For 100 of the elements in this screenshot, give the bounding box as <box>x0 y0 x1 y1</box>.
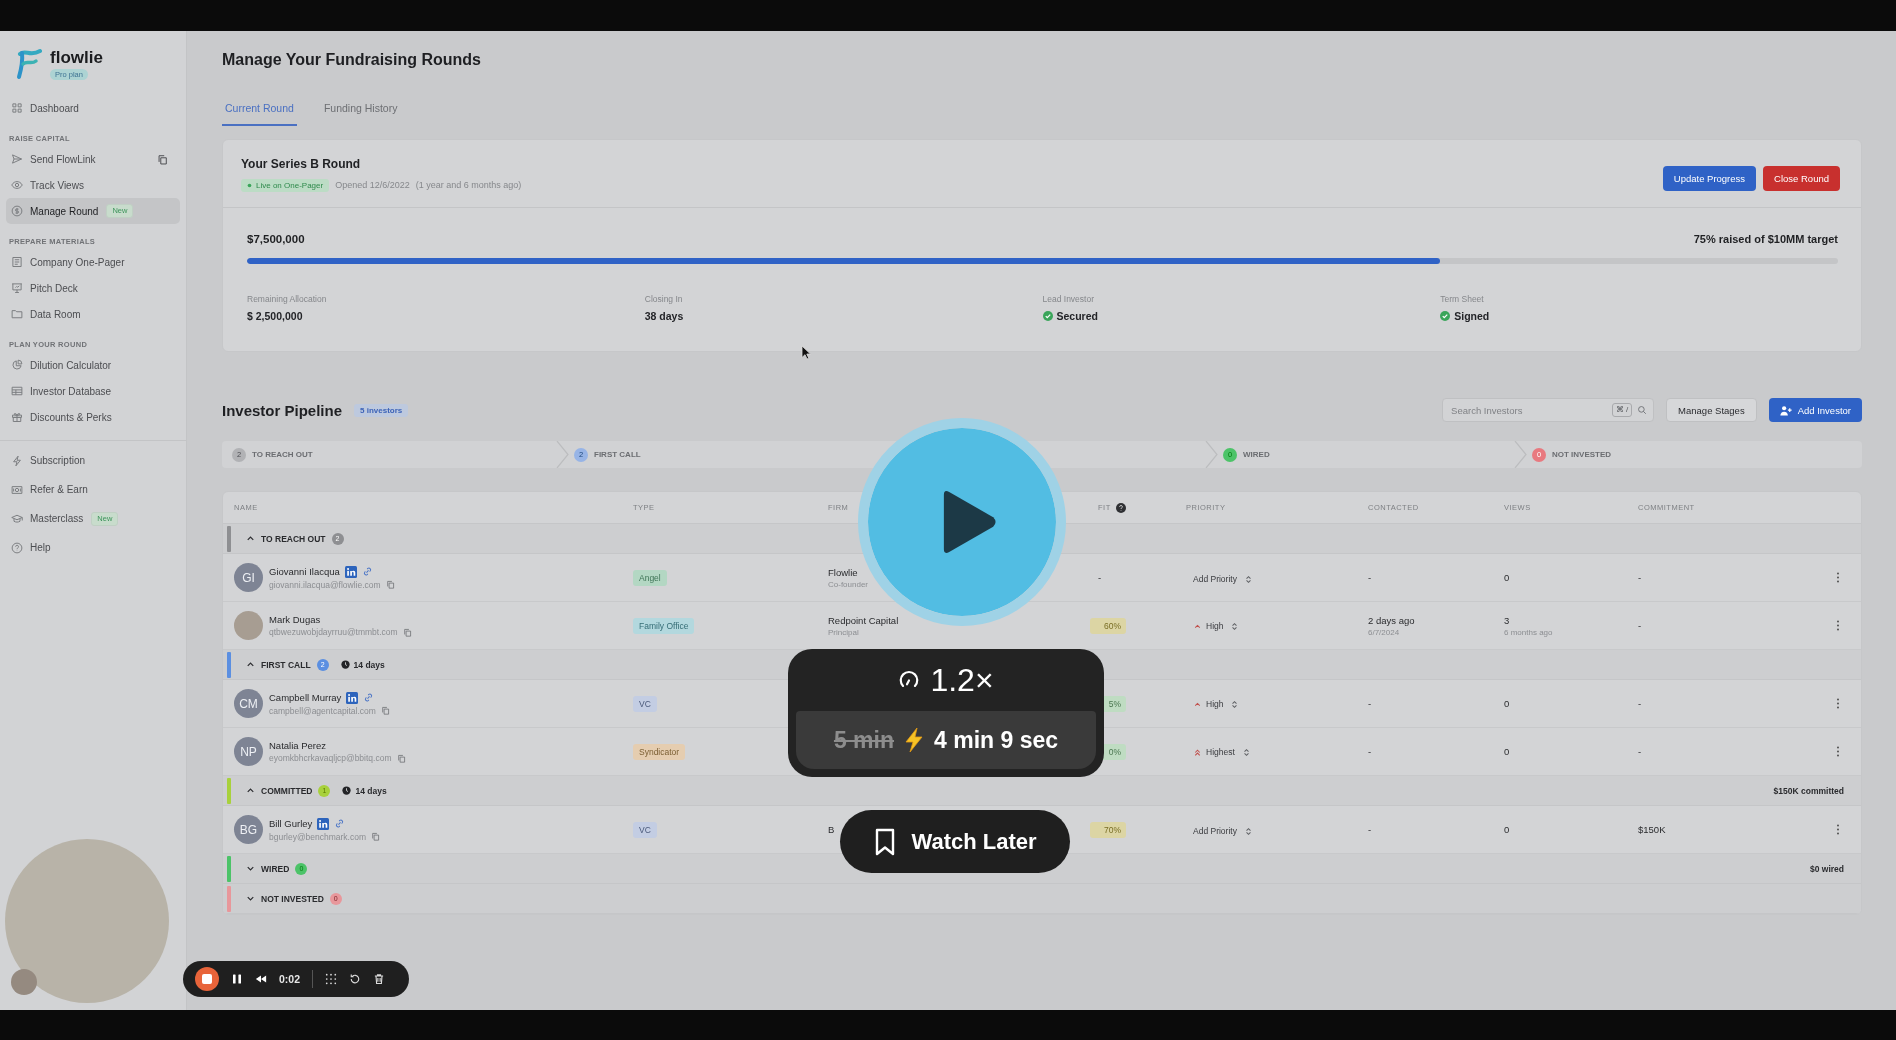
linkedin-icon[interactable] <box>317 817 330 830</box>
link-icon[interactable] <box>361 566 373 577</box>
manage-stages-button[interactable]: Manage Stages <box>1666 398 1757 422</box>
kebab-menu-icon[interactable] <box>1836 824 1840 835</box>
priority-select[interactable]: Add Priority <box>1186 571 1260 587</box>
fit-score-tag: 70% <box>1090 821 1126 838</box>
clock-icon <box>340 660 350 669</box>
priority-select[interactable]: High <box>1186 618 1247 634</box>
investor-type-tag: VC <box>633 695 657 712</box>
watch-later-button[interactable]: Watch Later <box>840 810 1070 873</box>
avatar-initials: NP <box>234 737 263 766</box>
fit-score: - <box>1098 572 1102 583</box>
priority-select[interactable]: High <box>1186 696 1247 712</box>
update-progress-button[interactable]: Update Progress <box>1662 166 1757 191</box>
double-chevron-up-icon <box>1193 747 1202 757</box>
stat-label: Closing In <box>644 293 684 306</box>
link-icon[interactable] <box>334 818 346 829</box>
rewind-icon[interactable] <box>255 973 267 985</box>
stat-label: Term Sheet <box>1440 293 1485 306</box>
gift-icon <box>11 411 23 423</box>
investor-email: eyomkbhcrkavaqljcp@bbitq.com <box>269 753 392 763</box>
document-icon <box>11 256 23 268</box>
commitment-amount: - <box>1638 572 1642 583</box>
fast-duration: 4 min 9 sec <box>934 726 1059 754</box>
sidebar-item[interactable]: Dilution Calculator <box>6 352 180 378</box>
linkedin-icon[interactable] <box>346 691 359 704</box>
view-count: 0 <box>1504 572 1510 583</box>
firm-name: B <box>828 824 836 835</box>
sidebar-item[interactable]: Company One-Pager <box>6 249 180 275</box>
commitment-amount: $150K <box>1638 824 1666 835</box>
investor-type-tag: Syndicator <box>633 743 686 760</box>
pause-icon[interactable] <box>231 973 243 985</box>
sidebar-item[interactable]: Subscription <box>6 446 180 475</box>
table-icon <box>11 385 23 397</box>
kebab-menu-icon[interactable] <box>1836 572 1840 583</box>
avatar-initials: GI <box>234 563 263 592</box>
group-total: $150K committed <box>1773 785 1844 796</box>
group-total: $0 wired <box>1809 863 1844 874</box>
kebab-menu-icon[interactable] <box>1836 698 1840 709</box>
kebab-menu-icon[interactable] <box>1836 746 1840 757</box>
sort-icon <box>1243 826 1253 836</box>
shortcut-hint: ⌘ / <box>1611 403 1633 417</box>
fit-score-tag: 60% <box>1090 617 1126 634</box>
contacted-text: - <box>1368 824 1372 835</box>
link-icon[interactable] <box>363 692 375 703</box>
sidebar-item[interactable]: Investor Database <box>6 378 180 404</box>
target-progress-text: 75% raised of $10MM target <box>1693 232 1838 247</box>
page-title: Manage Your Fundraising Rounds <box>222 50 482 70</box>
help-icon[interactable] <box>1115 502 1126 513</box>
investor-email: qtbwezuwobjdayrruu@tmmbt.com <box>269 627 398 637</box>
stat-value: Secured <box>1056 309 1098 324</box>
folder-icon <box>11 308 23 320</box>
investor-name: Campbell Murray <box>269 692 342 703</box>
sidebar-item[interactable]: Discounts & Perks <box>6 404 180 430</box>
sort-icon <box>1243 574 1253 584</box>
sidebar-item[interactable]: Track Views <box>6 172 180 198</box>
firm-role: Principal <box>828 627 860 637</box>
linkedin-icon[interactable] <box>344 565 357 578</box>
round-title: Your Series B Round <box>241 156 362 172</box>
sidebar-item[interactable]: Pitch Deck <box>6 275 180 301</box>
stat-value: 38 days <box>644 309 684 324</box>
group-duration: 14 days <box>355 785 387 796</box>
status-dot-icon <box>247 182 252 188</box>
lightning-icon <box>11 454 23 467</box>
kebab-menu-icon[interactable] <box>1836 620 1840 631</box>
sidebar-item[interactable]: Data Room <box>6 301 180 327</box>
pie-chart-icon <box>11 359 23 371</box>
commitment-amount: - <box>1638 620 1642 631</box>
contacted-text: - <box>1368 698 1372 709</box>
recording-time: 0:02 <box>279 973 300 985</box>
close-round-button[interactable]: Close Round <box>1763 166 1840 191</box>
stop-button[interactable] <box>195 967 219 991</box>
view-count: 0 <box>1504 746 1510 757</box>
avatar-initials: CM <box>234 689 263 718</box>
tab[interactable]: Funding History <box>320 94 401 126</box>
sidebar-item[interactable]: Dashboard <box>6 95 180 121</box>
priority-select[interactable]: Highest <box>1186 744 1258 760</box>
clock-icon <box>342 786 352 795</box>
priority-select[interactable]: Add Priority <box>1186 823 1260 839</box>
copy-icon[interactable] <box>157 153 168 165</box>
trash-icon[interactable] <box>373 973 385 985</box>
add-investor-button[interactable]: Add Investor <box>1768 398 1862 422</box>
sidebar-item[interactable]: Send FlowLink <box>6 146 180 172</box>
section-title: Investor Pipeline <box>222 401 343 419</box>
firm-name: Redpoint Capital <box>828 614 900 626</box>
lightning-icon <box>904 727 924 753</box>
sidebar-item[interactable]: Help <box>6 533 180 562</box>
firm-role: Co-founder <box>828 579 870 589</box>
raised-amount: $7,500,000 <box>247 232 305 247</box>
add-user-icon <box>1779 404 1792 416</box>
help-icon <box>11 541 23 554</box>
chevron-up-icon <box>1193 699 1202 709</box>
grid-dots-icon[interactable] <box>325 973 337 985</box>
investor-email: campbell@agentcapital.com <box>269 705 376 716</box>
status-label: Live on One-Pager <box>256 179 324 191</box>
restart-icon[interactable] <box>349 973 361 985</box>
investor-type-tag: Family Office <box>633 617 695 634</box>
original-duration: 5 min <box>833 726 894 754</box>
avatar-photo-placeholder <box>234 611 263 640</box>
sidebar-item[interactable]: Refer & Earn <box>6 475 180 504</box>
